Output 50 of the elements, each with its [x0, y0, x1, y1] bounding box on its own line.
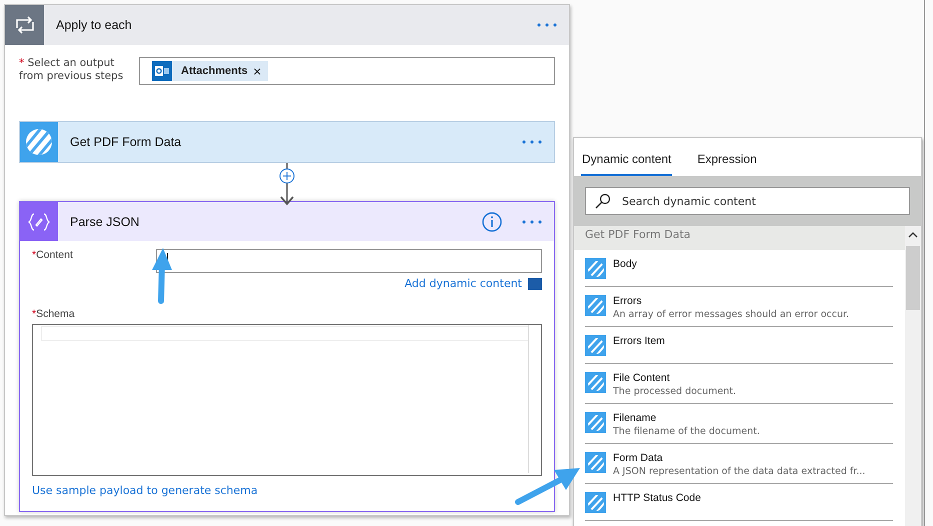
- dynamic-content-item[interactable]: File Content The processed document.: [585, 364, 893, 404]
- item-title: HTTP Status Code: [613, 492, 701, 504]
- dynamic-content-item[interactable]: Body: [585, 250, 893, 287]
- remove-icon[interactable]: ×: [252, 64, 262, 78]
- item-title: File Content: [613, 372, 671, 384]
- section-header: Get PDF Form Data: [574, 226, 905, 250]
- scrollbar[interactable]: [905, 226, 921, 526]
- dynamic-content-item[interactable]: Errors Item: [585, 327, 893, 364]
- item-description: A JSON representation of the data data extracted fr...: [613, 466, 866, 477]
- field-label: *Content: [32, 249, 74, 261]
- item-description: An array of error messages should an error occur.: [613, 309, 850, 320]
- dynamic-content-item[interactable]: Errors An array of error messages should an error occur.: [585, 287, 893, 327]
- more-icon[interactable]: [522, 220, 542, 224]
- step-title: Get PDF Form Data: [70, 135, 182, 149]
- attachment-token[interactable]: Attachments ×: [152, 61, 268, 81]
- striped-circle-icon: [585, 295, 606, 316]
- step-title: Apply to each: [56, 18, 133, 32]
- item-description: The processed document.: [613, 386, 736, 397]
- more-icon[interactable]: [522, 140, 542, 144]
- item-description: The filename of the document.: [613, 426, 760, 437]
- step-title: Parse JSON: [70, 214, 140, 228]
- item-title: Body: [613, 258, 637, 270]
- scrollbar-thumb[interactable]: [906, 246, 920, 310]
- field-label: * Select an output from previous steps: [19, 57, 124, 83]
- item-title: Errors Item: [613, 335, 665, 347]
- striped-circle-icon: [585, 335, 606, 356]
- dynamic-content-item[interactable]: HTTP Status Code: [585, 484, 893, 521]
- sample-payload-link[interactable]: Use sample payload to generate schema: [32, 484, 542, 497]
- field-label: *Schema: [32, 308, 76, 320]
- item-title: Errors: [613, 295, 643, 307]
- add-dynamic-content-link[interactable]: Add dynamic content: [404, 277, 522, 290]
- striped-circle-icon: [585, 258, 606, 279]
- info-icon[interactable]: [482, 212, 502, 232]
- dynamic-content-item[interactable]: Filename The filename of the document.: [585, 404, 893, 444]
- mail-app-icon: [152, 61, 172, 81]
- search-field[interactable]: Search dynamic content: [585, 187, 910, 215]
- panel-tab[interactable]: Expression: [696, 152, 758, 176]
- striped-circle-icon: [585, 452, 606, 473]
- content-field[interactable]: [156, 249, 542, 273]
- add-step-connector[interactable]: [277, 163, 297, 207]
- dynamic-content-item[interactable]: Form Data A JSON representation of the data data extracted fr...: [585, 444, 893, 484]
- pdf-step-card[interactable]: Get PDF Form Data: [19, 121, 555, 163]
- striped-circle-icon: [585, 372, 606, 393]
- output-field[interactable]: Attachments ×: [139, 57, 555, 85]
- striped-circle-icon: [585, 412, 606, 433]
- striped-circle-icon: [585, 492, 606, 513]
- item-title: Form Data: [613, 452, 664, 464]
- scroll-up-icon[interactable]: [908, 232, 918, 238]
- more-icon[interactable]: [537, 23, 557, 27]
- item-title: Filename: [613, 412, 658, 424]
